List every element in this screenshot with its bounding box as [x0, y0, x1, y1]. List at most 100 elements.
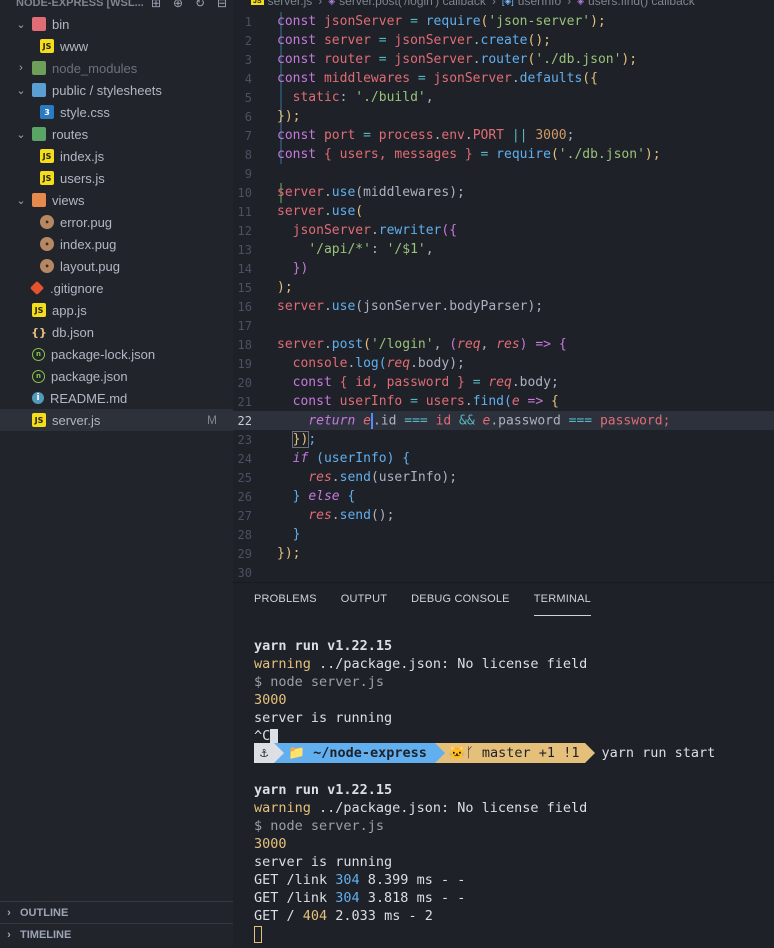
css-file-icon: 3	[40, 105, 54, 119]
tree-folder-bin[interactable]: ⌄ bin	[0, 13, 233, 35]
code-line[interactable]: 5 static: './build',	[233, 88, 774, 107]
tree-file-error-pug[interactable]: • error.pug	[0, 211, 233, 233]
code-line[interactable]: 15);	[233, 278, 774, 297]
outline-section[interactable]: › OUTLINE	[0, 901, 233, 924]
timeline-label: TIMELINE	[20, 929, 72, 941]
tree-file-readme-md[interactable]: i README.md	[0, 387, 233, 409]
code-line[interactable]: 11 server.use(	[233, 202, 774, 221]
code-line-current[interactable]: 22 return e .id === id && e.password === …	[233, 411, 774, 430]
code-text: const jsonServer = require('json-server'…	[277, 14, 606, 29]
terminal-cursor[interactable]	[254, 926, 262, 943]
code-text: server.use(middlewares);	[277, 185, 465, 200]
tree-label: .gitignore	[50, 280, 104, 296]
tree-file-package-json[interactable]: n package.json	[0, 365, 233, 387]
line-number: 27	[237, 508, 252, 523]
folder-icon	[32, 17, 46, 31]
js-file-icon: JS	[40, 39, 54, 53]
tree-file-style-css[interactable]: 3 style.css	[0, 101, 233, 123]
tab-problems[interactable]: PROBLEMS	[254, 593, 317, 615]
tree-file-app-js[interactable]: JS app.js	[0, 299, 233, 321]
code-line[interactable]: 9	[233, 164, 774, 183]
tree-file-gitignore[interactable]: .gitignore	[0, 277, 233, 299]
tab-terminal[interactable]: TERMINAL	[533, 593, 591, 616]
line-number: 20	[237, 375, 252, 390]
tree-file-server-js[interactable]: JS server.js M	[0, 409, 233, 431]
line-number: 8	[244, 147, 252, 162]
chevron-down-icon: ⌄	[16, 194, 26, 207]
tree-folder-routes[interactable]: ⌄ routes	[0, 123, 233, 145]
folder-icon	[32, 127, 46, 141]
breadcrumb-file[interactable]: server.js	[268, 0, 313, 8]
prompt-separator	[585, 743, 596, 763]
timeline-section[interactable]: › TIMELINE	[0, 923, 233, 946]
chevron-right-icon: ›	[7, 929, 11, 941]
tree-label: style.css	[60, 104, 110, 120]
tree-file-index-pug[interactable]: • index.pug	[0, 233, 233, 255]
code-line[interactable]: 14 })	[233, 259, 774, 278]
code-line[interactable]: 12 jsonServer.rewriter({	[233, 221, 774, 240]
line-number: 24	[237, 451, 252, 466]
tree-folder-views[interactable]: ⌄ views	[0, 189, 233, 211]
code-line[interactable]: 1 const jsonServer = require('json-server…	[233, 12, 774, 31]
terminal-line: GET / 404 2.033 ms - 2	[254, 908, 433, 924]
new-file-icon[interactable]: ⊞	[145, 0, 167, 10]
prompt-separator	[274, 743, 285, 763]
code-line[interactable]: 25 res.send(userInfo);	[233, 468, 774, 487]
modified-badge: M	[207, 413, 217, 427]
tree-file-db-json[interactable]: {} db.json	[0, 321, 233, 343]
breadcrumb-symbol[interactable]: ◈ server.post('/login') callback	[328, 0, 486, 8]
tree-file-layout-pug[interactable]: • layout.pug	[0, 255, 233, 277]
code-line[interactable]: 27 res.send();	[233, 506, 774, 525]
tree-file-users-js[interactable]: JS users.js	[0, 167, 233, 189]
linux-icon: ⚓	[254, 743, 275, 763]
code-line[interactable]: 7 const port = process.env.PORT || 3000;	[233, 126, 774, 145]
code-line[interactable]: 6});	[233, 107, 774, 126]
new-folder-icon[interactable]: ⊕	[167, 0, 189, 10]
code-line[interactable]: 21 const userInfo = users.find(e => {	[233, 392, 774, 411]
code-line[interactable]: 29});	[233, 544, 774, 563]
code-line[interactable]: 24 if (userInfo) {	[233, 449, 774, 468]
code-text: jsonServer.rewriter({	[292, 223, 458, 238]
tree-folder-public-stylesheets[interactable]: ⌄ public / stylesheets	[0, 79, 233, 101]
terminal-line: $ node server.js	[254, 818, 385, 834]
code-line[interactable]: 8 const { users, messages } = require('./…	[233, 145, 774, 164]
chevron-down-icon: ⌄	[16, 128, 26, 141]
code-line[interactable]: 19 console.log(req.body);	[233, 354, 774, 373]
tree-file-index-js[interactable]: JS index.js	[0, 145, 233, 167]
chevron-right-icon: ›	[19, 62, 23, 74]
code-line[interactable]: 3 const router = jsonServer.router('./db.…	[233, 50, 774, 69]
refresh-icon[interactable]: ↻	[189, 0, 211, 10]
code-line[interactable]: 18 server.post('/login', (req, res) => {	[233, 335, 774, 354]
explorer-header[interactable]: NODE-EXPRESS [WSL... ⊞ ⊕ ↻ ⊟	[0, 0, 233, 12]
tree-folder-node-modules[interactable]: › node_modules	[0, 57, 233, 79]
line-number: 4	[244, 71, 252, 86]
code-line[interactable]: 2 const server = jsonServer.create();	[233, 31, 774, 50]
code-text: res.send(userInfo);	[308, 470, 458, 485]
code-editor[interactable]: JS server.js › ◈ server.post('/login') ca…	[233, 0, 774, 582]
tree-file-www[interactable]: JS www	[0, 35, 233, 57]
tab-debug-console[interactable]: DEBUG CONSOLE	[411, 593, 510, 615]
code-line[interactable]: 26 } else {	[233, 487, 774, 506]
code-line[interactable]: 30	[233, 563, 774, 582]
tree-file-package-lock-json[interactable]: n package-lock.json	[0, 343, 233, 365]
code-line[interactable]: 28 }	[233, 525, 774, 544]
code-text: if (userInfo) {	[292, 451, 411, 466]
terminal-line: 3000	[254, 836, 287, 852]
code-text: static: './build',	[292, 90, 434, 105]
code-line[interactable]: 17	[233, 316, 774, 335]
line-number: 13	[237, 242, 252, 257]
chevron-down-icon: ⌄	[16, 84, 26, 97]
code-line[interactable]: 20 const { id, password } = req.body;	[233, 373, 774, 392]
tab-output[interactable]: OUTPUT	[341, 593, 387, 615]
breadcrumb-symbol[interactable]: ◈ users.find() callback	[577, 0, 695, 8]
code-line[interactable]: 16 server.use(jsonServer.bodyParser);	[233, 297, 774, 316]
code-line[interactable]: 13 '/api/*': '/$1',	[233, 240, 774, 259]
bottom-panel: PROBLEMS OUTPUT DEBUG CONSOLE TERMINAL y…	[233, 582, 774, 948]
collapse-icon[interactable]: ⊟	[211, 0, 233, 10]
code-line[interactable]: 10 server.use(middlewares);	[233, 183, 774, 202]
code-line[interactable]: 4 const middlewares = jsonServer.defaults…	[233, 69, 774, 88]
code-text: server.use(	[277, 204, 364, 219]
code-line[interactable]: 23 });	[233, 430, 774, 449]
js-file-icon: JS	[32, 413, 46, 427]
breadcrumb-symbol[interactable]: [◈] userInfo	[502, 0, 561, 8]
